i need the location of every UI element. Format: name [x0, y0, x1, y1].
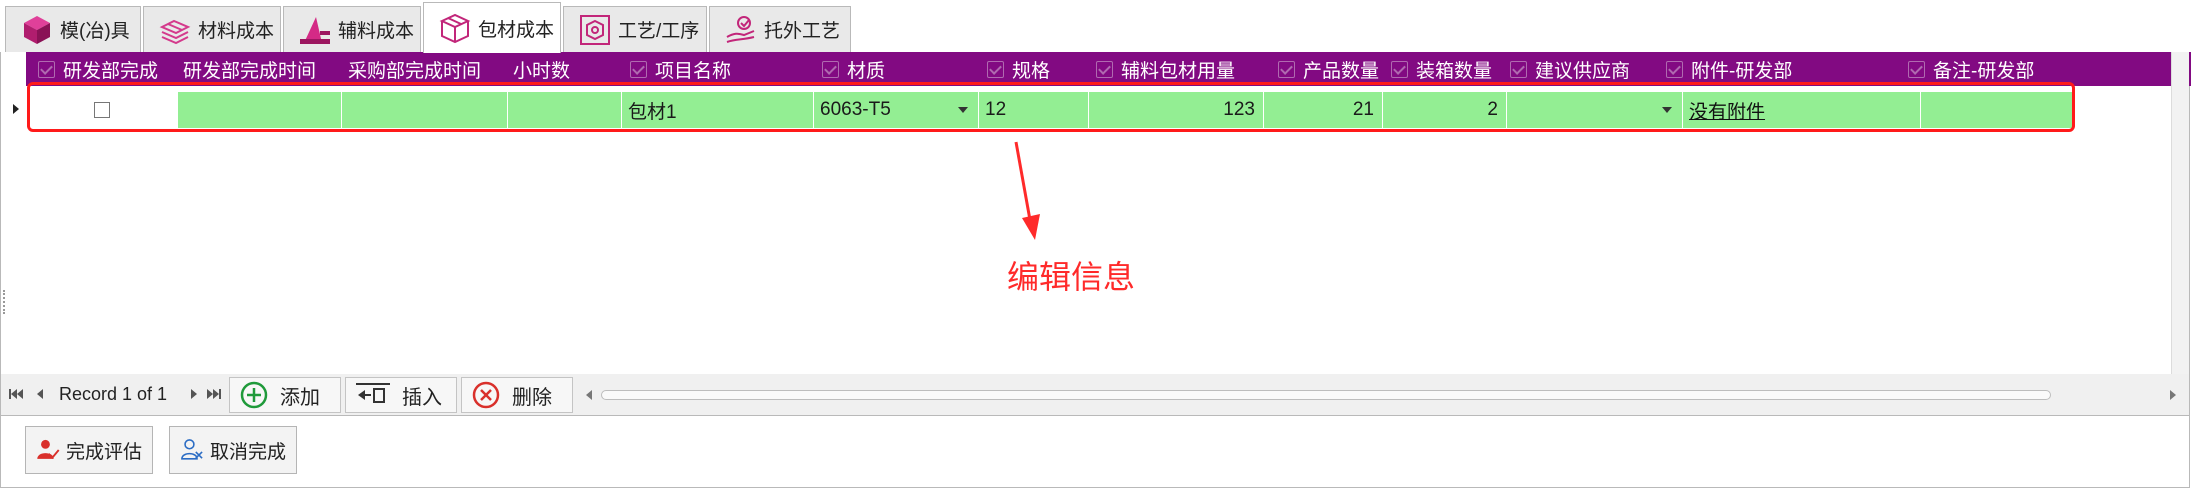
cell-attachment[interactable]: 没有附件 [1683, 92, 1921, 128]
packaging-cost-grid: 研发部完成 研发部完成时间 采购部完成时间 小时数 项目名称 材质 规格 辅料包… [0, 52, 2191, 374]
complete-evaluation-button[interactable]: 完成评估 [25, 426, 153, 474]
outsource-hand-icon [726, 15, 755, 43]
user-check-icon [37, 439, 60, 459]
column-header-purchase-done-time[interactable]: 采购部完成时间 [348, 52, 481, 86]
grid-header: 研发部完成 研发部完成时间 采购部完成时间 小时数 项目名称 材质 规格 辅料包… [26, 52, 2191, 86]
column-check-icon [822, 60, 839, 78]
add-icon [240, 381, 268, 409]
box-icon [439, 13, 471, 44]
tab-outsource-process-label: 托外工艺 [764, 21, 841, 42]
bottom-toolbar: 完成评估 取消完成 [0, 416, 2190, 488]
column-check-icon [1510, 60, 1527, 78]
column-header-usage[interactable]: 辅料包材用量 [1096, 52, 1235, 86]
material-value: 6063-T5 [820, 99, 891, 120]
cell-rd-done[interactable] [26, 92, 178, 128]
scroll-thumb[interactable] [601, 390, 2051, 400]
cell-product-qty[interactable]: 21 [1264, 92, 1383, 128]
table-row[interactable]: 包材1 6063-T5 12 123 21 2 没有附件 [26, 92, 2074, 128]
add-button[interactable]: 添加 [229, 377, 341, 413]
cell-pack-qty[interactable]: 2 [1383, 92, 1507, 128]
delete-icon [472, 381, 500, 409]
last-record-icon [207, 389, 221, 399]
cell-remark[interactable] [1921, 92, 2074, 128]
cell-material[interactable]: 6063-T5 [814, 92, 979, 128]
cancel-completion-label: 取消完成 [209, 441, 286, 463]
column-check-icon [1391, 60, 1408, 78]
first-record-button[interactable] [7, 382, 25, 406]
prev-record-icon [37, 389, 43, 399]
first-record-icon [9, 389, 23, 399]
material-dropdown-icon[interactable] [958, 107, 968, 113]
supplier-dropdown-icon[interactable] [1662, 107, 1672, 113]
column-header-rd-done-time[interactable]: 研发部完成时间 [183, 52, 316, 86]
next-record-button[interactable] [185, 382, 203, 406]
annotation-arrow-icon [1014, 141, 1040, 240]
cone-stack-icon [300, 16, 330, 44]
insert-button-label: 插入 [402, 386, 442, 409]
last-record-button[interactable] [205, 382, 223, 406]
scroll-left-icon[interactable] [585, 389, 593, 401]
tab-packaging-cost-label: 包材成本 [478, 19, 555, 41]
column-header-product-qty[interactable]: 产品数量 [1278, 52, 1379, 86]
cell-project-name[interactable]: 包材1 [622, 92, 814, 128]
record-navigator: Record 1 of 1 添加 插入 删除 [0, 374, 2190, 416]
column-check-icon [1096, 60, 1113, 78]
column-header-attachment[interactable]: 附件-研发部 [1666, 52, 1792, 86]
delete-button-label: 删除 [512, 386, 552, 409]
user-remove-icon [181, 439, 203, 460]
vertical-scrollbar[interactable] [2171, 52, 2189, 374]
row-indicator-icon [13, 104, 19, 114]
insert-row-icon [356, 383, 390, 403]
rd-done-checkbox[interactable] [93, 102, 110, 118]
tab-material-cost[interactable]: 材料成本 [143, 6, 281, 52]
tab-process-label: 工艺/工序 [618, 21, 700, 42]
next-record-icon [191, 389, 197, 399]
delete-button[interactable]: 删除 [461, 377, 573, 413]
tab-mold[interactable]: 模(冶)具 [5, 6, 141, 52]
column-check-icon [38, 60, 55, 78]
column-check-icon [1278, 60, 1295, 78]
tab-mold-label: 模(冶)具 [60, 21, 130, 42]
scroll-right-icon[interactable] [2169, 389, 2177, 401]
tab-material-cost-label: 材料成本 [198, 21, 275, 42]
tab-bar: 模(冶)具 材料成本 辅料成本 包材成本 工艺/工序 托外工艺 [0, 0, 2196, 53]
cell-usage[interactable]: 123 [1089, 92, 1264, 128]
column-header-rd-done[interactable]: 研发部完成 [38, 52, 158, 86]
cell-supplier[interactable] [1507, 92, 1683, 128]
horizontal-scrollbar[interactable] [579, 378, 2183, 412]
column-check-icon [630, 60, 647, 78]
column-check-icon [1908, 60, 1925, 78]
cell-hours[interactable] [508, 92, 622, 128]
add-button-label: 添加 [280, 386, 320, 409]
process-icon [580, 14, 610, 45]
cell-purchase-done-time[interactable] [342, 92, 508, 128]
column-check-icon [987, 60, 1004, 78]
annotation-label: 编辑信息 [1007, 259, 1136, 295]
prev-record-button[interactable] [31, 382, 49, 406]
cell-rd-done-time[interactable] [178, 92, 342, 128]
cancel-completion-button[interactable]: 取消完成 [169, 426, 297, 474]
tab-process[interactable]: 工艺/工序 [563, 6, 707, 52]
column-header-remark[interactable]: 备注-研发部 [1908, 52, 2034, 86]
tab-packaging-cost[interactable]: 包材成本 [423, 2, 561, 53]
column-header-spec[interactable]: 规格 [987, 52, 1050, 86]
resize-grip[interactable] [3, 290, 6, 314]
insert-button[interactable]: 插入 [345, 377, 457, 413]
column-check-icon [1666, 60, 1683, 78]
tab-auxiliary-cost-label: 辅料成本 [338, 21, 415, 42]
complete-evaluation-label: 完成评估 [65, 441, 142, 463]
cell-spec[interactable]: 12 [979, 92, 1089, 128]
cube-icon [24, 15, 50, 44]
record-info: Record 1 of 1 [59, 384, 168, 404]
tab-auxiliary-cost[interactable]: 辅料成本 [283, 6, 421, 52]
column-header-hours[interactable]: 小时数 [513, 52, 570, 86]
material-stack-icon [159, 19, 191, 44]
tab-outsource-process[interactable]: 托外工艺 [709, 6, 851, 52]
column-header-project-name[interactable]: 项目名称 [630, 52, 731, 86]
attachment-link[interactable]: 没有附件 [1689, 97, 1765, 124]
column-header-supplier[interactable]: 建议供应商 [1510, 52, 1630, 86]
column-header-pack-qty[interactable]: 装箱数量 [1391, 52, 1492, 86]
column-header-material[interactable]: 材质 [822, 52, 885, 86]
